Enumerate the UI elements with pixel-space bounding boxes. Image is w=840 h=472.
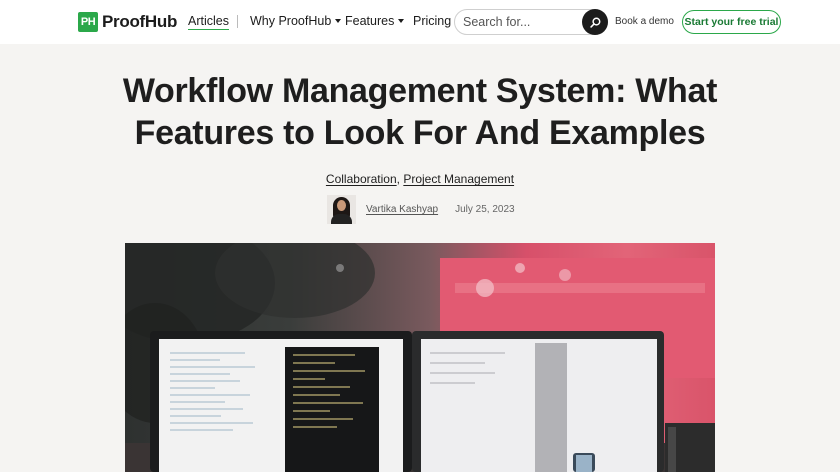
search-box [454, 9, 608, 35]
site-header: PH ProofHub Articles Why ProofHub Featur… [0, 0, 840, 44]
category-collaboration-link[interactable]: Collaboration [326, 172, 397, 186]
search-button[interactable] [582, 9, 608, 35]
search-input[interactable] [463, 13, 581, 31]
logo-text: ProofHub [102, 11, 178, 31]
nav-divider [237, 15, 238, 28]
article-title: Workflow Management System: What Feature… [122, 72, 718, 152]
nav-why-label: Why ProofHub [250, 14, 332, 28]
start-free-trial-button[interactable]: Start your free trial [682, 10, 781, 34]
logo-mark: PH [78, 11, 98, 32]
proofhub-logo[interactable]: PH ProofHub [78, 11, 177, 32]
hero-illustration [125, 243, 715, 472]
hero-image [125, 243, 715, 472]
publish-date: July 25, 2023 [455, 204, 515, 215]
article-byline: Vartika Kashyap July 25, 2023 [327, 195, 515, 224]
nav-features[interactable]: Features [345, 14, 405, 28]
nav-features-label: Features [345, 14, 395, 28]
article-categories: Collaboration, Project Management [0, 172, 840, 186]
nav-why-proofhub[interactable]: Why ProofHub [250, 14, 342, 28]
category-separator: , [396, 172, 400, 186]
author-avatar [327, 195, 356, 224]
author-link[interactable]: Vartika Kashyap [366, 204, 438, 215]
search-icon [589, 17, 600, 28]
chevron-down-icon [335, 19, 342, 23]
chevron-down-icon [398, 19, 405, 23]
nav-pricing[interactable]: Pricing [413, 14, 451, 28]
nav-articles[interactable]: Articles [188, 14, 229, 30]
category-project-management-link[interactable]: Project Management [403, 172, 514, 186]
book-demo-link[interactable]: Book a demo [615, 16, 674, 27]
